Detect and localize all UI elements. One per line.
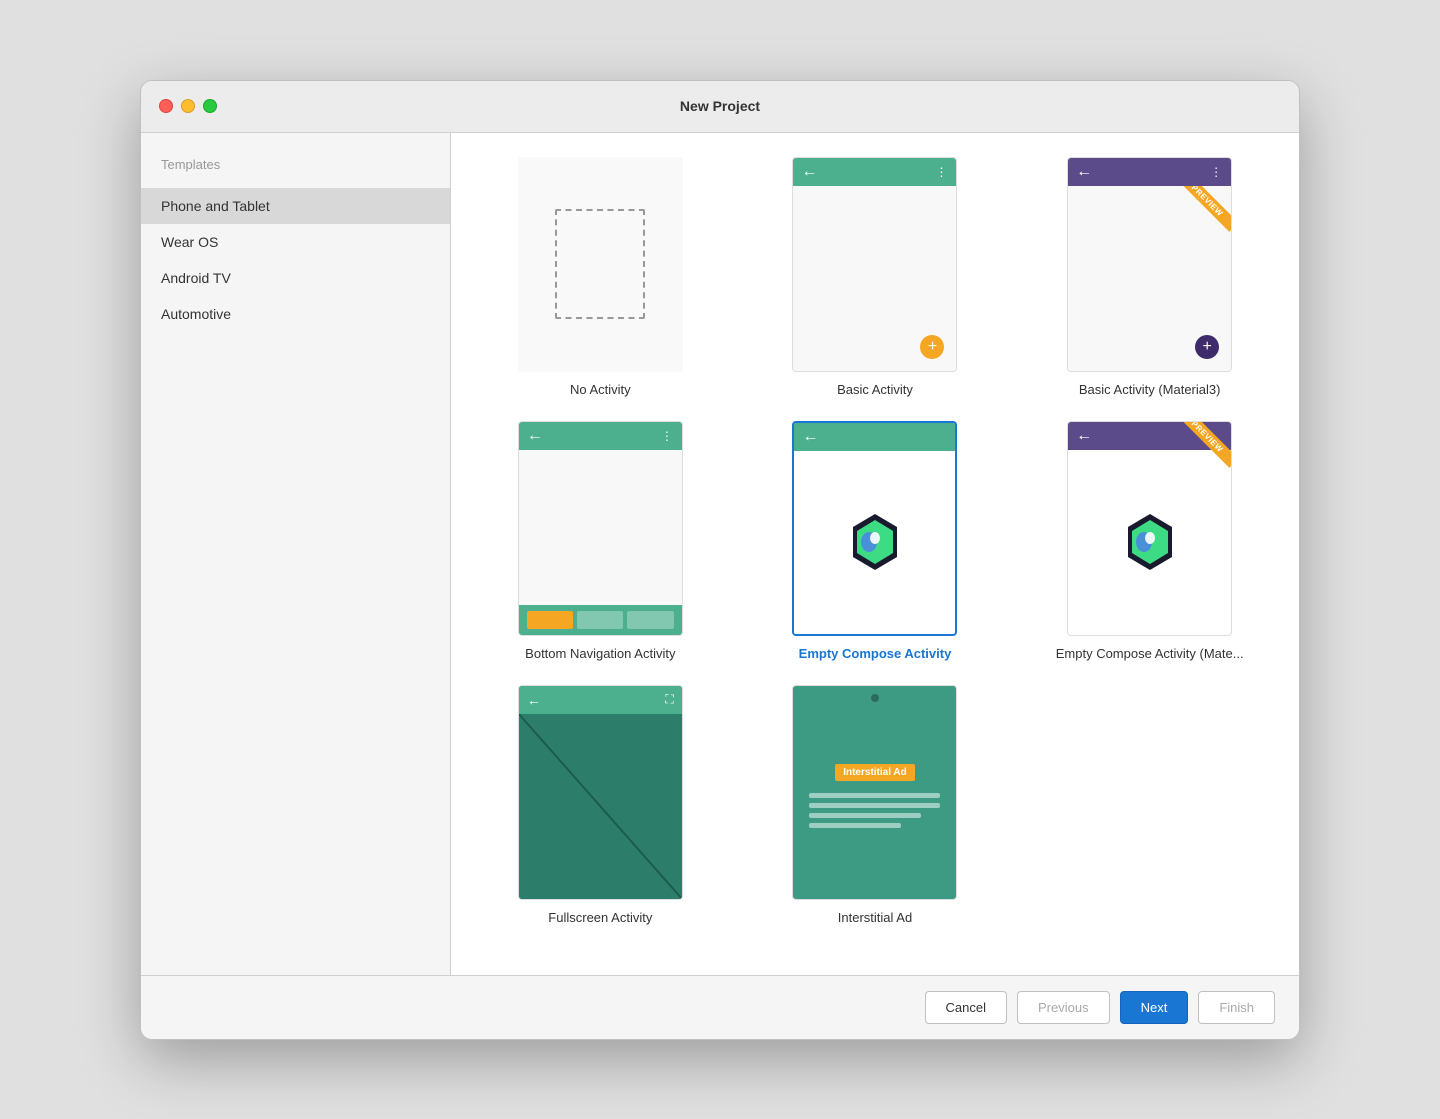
template-label-m3: Basic Activity (Material3) <box>1079 382 1221 397</box>
close-button[interactable] <box>159 99 173 113</box>
bottom-nav-body <box>519 450 682 605</box>
empty-compose-preview: ← <box>792 421 957 636</box>
ad-line-1 <box>809 793 940 798</box>
template-label-empty-compose-m: Empty Compose Activity (Mate... <box>1056 646 1244 661</box>
template-label-empty-compose: Empty Compose Activity <box>799 646 952 661</box>
sidebar-item-automotive[interactable]: Automotive <box>141 296 450 332</box>
camera-icon <box>871 694 879 702</box>
fullscreen-header: ← ⛶ <box>519 686 682 714</box>
fullscreen-expand-icon: ⛶ <box>665 692 673 707</box>
preview-badge: PREVIEW <box>1179 422 1231 474</box>
template-label-basic-activity: Basic Activity <box>837 382 913 397</box>
traffic-lights <box>159 99 217 113</box>
ad-text-lines <box>809 793 940 828</box>
app-window: New Project Templates Phone and Tablet W… <box>140 80 1300 1040</box>
sidebar-item-android-tv[interactable]: Android TV <box>141 260 450 296</box>
compose-m-body <box>1068 450 1231 635</box>
sidebar-item-phone-tablet[interactable]: Phone and Tablet <box>141 188 450 224</box>
title-bar: New Project <box>141 81 1299 133</box>
compose-body <box>794 451 955 634</box>
templates-grid: No Activity ← ⋮ + Basic Activity <box>475 157 1275 925</box>
diagonal-decoration <box>519 714 682 899</box>
template-fullscreen[interactable]: ← ⛶ Fullscreen Activity <box>475 685 726 925</box>
finish-button[interactable]: Finish <box>1198 991 1275 1024</box>
next-button[interactable]: Next <box>1120 991 1189 1024</box>
back-arrow-icon: ← <box>527 427 543 445</box>
android-logo-icon <box>845 512 905 572</box>
nav-tab-3 <box>627 611 673 629</box>
window-title: New Project <box>680 98 760 114</box>
sidebar-item-wear-os[interactable]: Wear OS <box>141 224 450 260</box>
overflow-menu-icon: ⋮ <box>935 165 948 179</box>
template-label-interstitial-ad: Interstitial Ad <box>838 910 912 925</box>
interstitial-ad-badge: Interstitial Ad <box>835 764 915 781</box>
template-label-fullscreen: Fullscreen Activity <box>548 910 652 925</box>
empty-compose-m-preview: ← PREVIEW <box>1067 421 1232 636</box>
basic-activity-toolbar: ← ⋮ <box>793 158 956 186</box>
back-arrow-icon: ← <box>802 428 818 446</box>
fullscreen-preview: ← ⛶ <box>518 685 683 900</box>
template-basic-activity-material3[interactable]: ← ⋮ + PREVIEW Basic Activity (Material3) <box>1024 157 1275 397</box>
overflow-menu-icon: ⋮ <box>1210 165 1223 179</box>
template-empty-compose[interactable]: ← <box>750 421 1001 661</box>
preview-badge: PREVIEW <box>1179 186 1231 238</box>
back-arrow-icon: ← <box>801 163 817 181</box>
sidebar-section-label: Templates <box>141 149 450 188</box>
content-area: No Activity ← ⋮ + Basic Activity <box>451 133 1299 975</box>
template-empty-compose-material[interactable]: ← PREVIEW <box>1024 421 1275 661</box>
ad-content: Interstitial Ad <box>793 686 956 899</box>
ad-line-4 <box>809 823 901 828</box>
ad-line-3 <box>809 813 920 818</box>
basic-activity-m3-preview: ← ⋮ + PREVIEW <box>1067 157 1232 372</box>
template-no-activity[interactable]: No Activity <box>475 157 726 397</box>
template-basic-activity[interactable]: ← ⋮ + Basic Activity <box>750 157 1001 397</box>
bottom-nav-toolbar: ← ⋮ <box>519 422 682 450</box>
basic-activity-preview: ← ⋮ + <box>792 157 957 372</box>
maximize-button[interactable] <box>203 99 217 113</box>
main-content: Templates Phone and Tablet Wear OS Andro… <box>141 133 1299 975</box>
fullscreen-body <box>519 714 682 899</box>
template-label-no-activity: No Activity <box>570 382 631 397</box>
nav-tab-2 <box>577 611 623 629</box>
fab-icon: + <box>920 335 944 359</box>
interstitial-ad-preview: Interstitial Ad <box>792 685 957 900</box>
previous-button[interactable]: Previous <box>1017 991 1110 1024</box>
template-label-bottom-nav: Bottom Navigation Activity <box>525 646 675 661</box>
bottom-nav-preview: ← ⋮ <box>518 421 683 636</box>
dashed-rectangle <box>555 209 645 319</box>
nav-tab-1 <box>527 611 573 629</box>
template-interstitial-ad[interactable]: Interstitial Ad Interstitial Ad <box>750 685 1001 925</box>
bottom-bar: Cancel Previous Next Finish <box>141 975 1299 1039</box>
overflow-menu-icon: ⋮ <box>661 429 674 443</box>
android-logo-icon-m <box>1120 512 1180 572</box>
back-arrow-icon: ← <box>1076 163 1092 181</box>
cancel-button[interactable]: Cancel <box>925 991 1007 1024</box>
back-arrow-icon: ← <box>1076 427 1092 445</box>
preview-badge-label: PREVIEW <box>1179 422 1231 468</box>
template-bottom-nav[interactable]: ← ⋮ Bottom Navigation Activity <box>475 421 726 661</box>
no-activity-preview <box>518 157 683 372</box>
bottom-nav-bar <box>519 605 682 635</box>
m3-toolbar: ← ⋮ <box>1068 158 1231 186</box>
ad-line-2 <box>809 803 940 808</box>
basic-activity-body: + <box>793 186 956 371</box>
sidebar: Templates Phone and Tablet Wear OS Andro… <box>141 133 451 975</box>
m3-body: + PREVIEW <box>1068 186 1231 371</box>
back-arrow-icon: ← <box>527 692 541 708</box>
compose-toolbar: ← <box>794 423 955 451</box>
minimize-button[interactable] <box>181 99 195 113</box>
preview-badge-label: PREVIEW <box>1179 186 1231 232</box>
fab-icon: + <box>1195 335 1219 359</box>
